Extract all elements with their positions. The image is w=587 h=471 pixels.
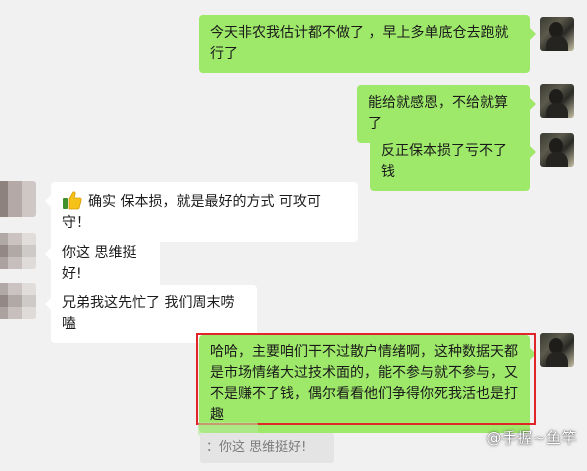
- message-text: 确实 保本损，就是最好的方式 可攻可守！: [62, 194, 321, 231]
- my-avatar[interactable]: [540, 333, 574, 367]
- message-text: 兄弟我这先忙了 我们周末唠嗑: [62, 295, 235, 332]
- my-avatar[interactable]: [540, 84, 574, 118]
- my-avatar[interactable]: [540, 17, 574, 51]
- my-avatar[interactable]: [540, 133, 574, 167]
- message-text: 反正保本损了亏不了钱: [381, 143, 507, 180]
- message-text: 能给就感恩，不给就算了: [368, 95, 508, 132]
- message-text: 你这 思维挺好!: [62, 245, 137, 282]
- message-text: 今天非农我估计都不做了 ，早上多单底仓去跑就行了: [210, 25, 509, 62]
- thumbs-up-icon: [63, 191, 82, 210]
- message-bubble[interactable]: 今天非农我估计都不做了 ，早上多单底仓去跑就行了: [199, 15, 536, 73]
- message-bubble[interactable]: 反正保本损了亏不了钱: [370, 133, 536, 191]
- message-bubble[interactable]: 确实 保本损，就是最好的方式 可攻可守！: [45, 182, 358, 242]
- contact-avatar[interactable]: [0, 233, 36, 269]
- watermark: @手握~鱼竿: [486, 429, 577, 447]
- quoted-text: ：你这 思维挺好!: [206, 440, 307, 455]
- contact-avatar[interactable]: [0, 283, 36, 319]
- highlight-box: [196, 333, 536, 425]
- quoted-message[interactable]: ：你这 思维挺好!: [200, 433, 334, 463]
- contact-avatar[interactable]: [0, 181, 36, 217]
